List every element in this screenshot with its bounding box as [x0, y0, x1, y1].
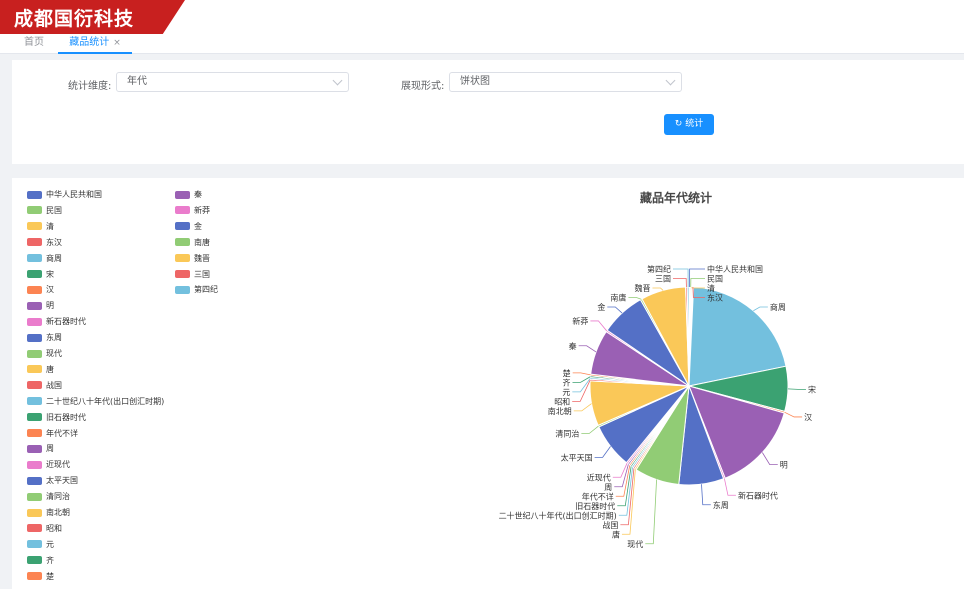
slice-label: 秦 — [569, 341, 577, 351]
slice-label: 南北朝 — [548, 406, 572, 416]
slice-label: 金 — [597, 302, 605, 312]
label-leader-line — [673, 268, 689, 288]
slice-label: 周 — [604, 483, 612, 492]
label-leader-line — [723, 478, 736, 496]
slice-label: 汉 — [804, 413, 812, 422]
label-leader-line — [787, 388, 806, 390]
slice-label: 民国 — [707, 275, 723, 284]
label-leader-line — [581, 425, 599, 434]
label-leader-line — [645, 479, 657, 545]
slice-label: 三国 — [655, 275, 671, 284]
slice-label: 近现代 — [587, 472, 611, 482]
slice-label: 新莽 — [572, 316, 588, 326]
slice-label: 旧石器时代 — [575, 501, 615, 511]
label-leader-line — [573, 403, 592, 412]
slice-label: 楚 — [563, 368, 571, 378]
label-leader-line — [784, 411, 803, 418]
label-leader-line — [652, 287, 664, 291]
slice-label: 宋 — [808, 384, 816, 394]
slice-label: 年代不详 — [582, 491, 614, 501]
label-leader-line — [689, 268, 705, 288]
label-leader-line — [572, 372, 591, 376]
slice-label: 二十世纪八十年代(出口创汇时期) — [499, 510, 617, 520]
slice-label: 明 — [780, 461, 788, 470]
slice-label: 第四纪 — [647, 264, 671, 274]
slice-label: 太平天国 — [561, 452, 593, 462]
slice-label: 齐 — [562, 377, 570, 387]
slice-label: 清同治 — [555, 428, 579, 438]
label-leader-line — [590, 320, 608, 332]
label-leader-line — [612, 463, 628, 478]
slice-label: 东周 — [713, 500, 729, 510]
label-leader-line — [673, 278, 687, 288]
label-leader-line — [578, 345, 597, 353]
slice-label: 昭和 — [554, 397, 570, 406]
slice-label: 中华人民共和国 — [707, 264, 763, 274]
label-leader-line — [628, 297, 642, 300]
label-leader-line — [690, 278, 705, 288]
slice-label: 新石器时代 — [738, 490, 778, 500]
label-leader-line — [607, 306, 623, 314]
slice-label: 魏晋 — [634, 283, 650, 293]
pie-chart: 中华人民共和国民国清东汉商周宋汉明新石器时代东周 第四纪三国魏晋南唐金新莽秦楚齐元… — [499, 264, 816, 549]
slice-label: 现代 — [627, 539, 643, 549]
slice-label: 清 — [707, 283, 715, 293]
label-leader-line — [753, 306, 768, 312]
slice-label: 战国 — [602, 520, 618, 530]
label-leader-line — [701, 484, 711, 506]
slice-label: 唐 — [612, 529, 620, 539]
slice-label: 商周 — [770, 302, 786, 312]
slice-label: 元 — [562, 388, 570, 397]
slice-label: 东汉 — [707, 293, 723, 303]
slice-label: 南唐 — [610, 293, 626, 303]
label-leader-line — [762, 452, 778, 465]
label-leader-line — [594, 446, 611, 458]
